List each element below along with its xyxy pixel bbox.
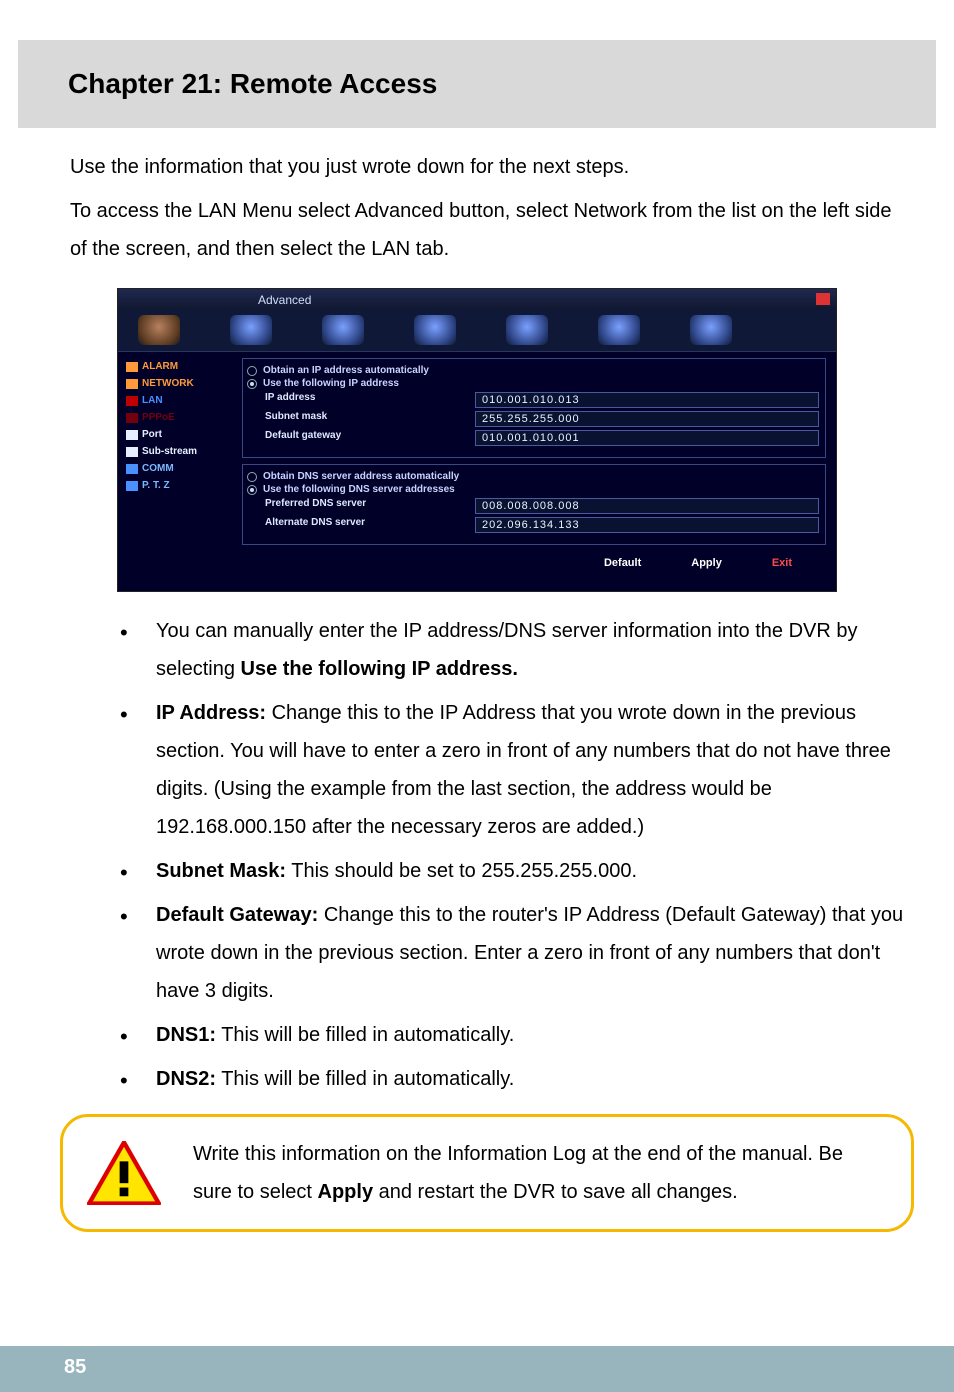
- alarm-icon: [126, 362, 138, 372]
- warning-icon: [87, 1141, 161, 1205]
- toolbar-icon-7[interactable]: [690, 315, 732, 345]
- bullet-bold: IP Address:: [156, 702, 266, 724]
- bullet-text: Change this to the IP Address that you w…: [156, 702, 891, 838]
- bullet-bold: DNS2:: [156, 1068, 216, 1090]
- bullet-bold: Default Gateway:: [156, 904, 318, 926]
- button-row: Default Apply Exit: [242, 551, 826, 581]
- input-ip-address[interactable]: 010.001.010.013: [475, 392, 819, 408]
- sidebar-item-ptz[interactable]: P. T. Z: [122, 477, 234, 494]
- radio-use-following-dns[interactable]: Use the following DNS server addresses: [247, 484, 819, 495]
- sidebar-item-alarm[interactable]: ALARM: [122, 358, 234, 375]
- ptz-icon: [126, 481, 138, 491]
- port-icon: [126, 430, 138, 440]
- sidebar-item-label: LAN: [142, 395, 163, 406]
- dvr-screenshot: Advanced ALARM NETWORK LAN PPPoE Port Su…: [117, 288, 837, 592]
- exit-button[interactable]: Exit: [762, 555, 802, 571]
- radio-label: Obtain DNS server address automatically: [263, 471, 459, 482]
- radio-label: Use the following IP address: [263, 378, 399, 389]
- sidebar-item-comm[interactable]: COMM: [122, 460, 234, 477]
- sidebar-item-label: P. T. Z: [142, 480, 170, 491]
- substream-icon: [126, 447, 138, 457]
- sidebar-item-label: COMM: [142, 463, 174, 474]
- apply-button[interactable]: Apply: [681, 555, 732, 571]
- sidebar-item-label: ALARM: [142, 361, 178, 372]
- radio-icon: [247, 472, 257, 482]
- label-ip-address: IP address: [265, 392, 475, 408]
- sidebar-item-network[interactable]: NETWORK: [122, 375, 234, 392]
- page-number: 85: [64, 1356, 86, 1379]
- label-subnet-mask: Subnet mask: [265, 411, 475, 427]
- close-icon[interactable]: [816, 293, 830, 305]
- label-default-gateway: Default gateway: [265, 430, 475, 446]
- sidebar-item-lan[interactable]: LAN: [122, 392, 234, 409]
- row-alternate-dns: Alternate DNS server 202.096.134.133: [265, 517, 819, 533]
- bullet-item: IP Address: Change this to the IP Addres…: [120, 694, 924, 846]
- pppoe-icon: [126, 413, 138, 423]
- settings-panel: Obtain an IP address automatically Use t…: [238, 352, 836, 591]
- intro-p2: To access the LAN Menu select Advanced b…: [70, 192, 894, 268]
- default-button[interactable]: Default: [594, 555, 651, 571]
- bullet-text: This will be filled in automatically.: [216, 1068, 514, 1090]
- bullet-item: You can manually enter the IP address/DN…: [120, 612, 924, 688]
- callout-text-bold: Apply: [318, 1181, 374, 1203]
- toolbar-icon-6[interactable]: [598, 315, 640, 345]
- radio-obtain-ip-auto[interactable]: Obtain an IP address automatically: [247, 365, 819, 376]
- network-icon: [126, 379, 138, 389]
- bullet-text: This should be set to 255.255.255.000.: [286, 860, 637, 882]
- intro-p1: Use the information that you just wrote …: [70, 148, 894, 186]
- sidebar-item-port[interactable]: Port: [122, 426, 234, 443]
- comm-icon: [126, 464, 138, 474]
- toolbar-icon-1[interactable]: [138, 315, 180, 345]
- lan-icon: [126, 396, 138, 406]
- radio-icon: [247, 379, 257, 389]
- input-default-gateway[interactable]: 010.001.010.001: [475, 430, 819, 446]
- ip-fieldset: Obtain an IP address automatically Use t…: [242, 358, 826, 458]
- callout-text-post: and restart the DVR to save all changes.: [373, 1181, 738, 1203]
- chapter-title: Chapter 21: Remote Access: [68, 68, 906, 100]
- dns-fieldset: Obtain DNS server address automatically …: [242, 464, 826, 545]
- row-subnet-mask: Subnet mask 255.255.255.000: [265, 411, 819, 427]
- intro-paragraphs: Use the information that you just wrote …: [0, 148, 954, 268]
- bullet-item: DNS2: This will be filled in automatical…: [120, 1060, 924, 1098]
- bullet-bold: Use the following IP address.: [241, 658, 518, 680]
- chapter-header: Chapter 21: Remote Access: [18, 40, 936, 128]
- bullet-list: You can manually enter the IP address/DN…: [0, 612, 954, 1098]
- toolbar-icon-2[interactable]: [230, 315, 272, 345]
- window-title: Advanced: [118, 289, 836, 309]
- row-default-gateway: Default gateway 010.001.010.001: [265, 430, 819, 446]
- input-preferred-dns[interactable]: 008.008.008.008: [475, 498, 819, 514]
- sidebar-item-label: NETWORK: [142, 378, 194, 389]
- row-preferred-dns: Preferred DNS server 008.008.008.008: [265, 498, 819, 514]
- radio-icon: [247, 366, 257, 376]
- bullet-text: This will be filled in automatically.: [216, 1024, 514, 1046]
- sidebar-item-label: PPPoE: [142, 412, 175, 423]
- sidebar-item-label: Sub-stream: [142, 446, 197, 457]
- radio-label: Use the following DNS server addresses: [263, 484, 455, 495]
- radio-use-following-ip[interactable]: Use the following IP address: [247, 378, 819, 389]
- page-footer: 85: [0, 1346, 954, 1392]
- sidebar-item-substream[interactable]: Sub-stream: [122, 443, 234, 460]
- label-alternate-dns: Alternate DNS server: [265, 517, 475, 533]
- toolbar-icon-3[interactable]: [322, 315, 364, 345]
- input-alternate-dns[interactable]: 202.096.134.133: [475, 517, 819, 533]
- radio-icon: [247, 485, 257, 495]
- row-ip-address: IP address 010.001.010.013: [265, 392, 819, 408]
- bullet-bold: DNS1:: [156, 1024, 216, 1046]
- label-preferred-dns: Preferred DNS server: [265, 498, 475, 514]
- bullet-item: DNS1: This will be filled in automatical…: [120, 1016, 924, 1054]
- input-subnet-mask[interactable]: 255.255.255.000: [475, 411, 819, 427]
- sidebar-item-label: Port: [142, 429, 162, 440]
- bullet-item: Default Gateway: Change this to the rout…: [120, 896, 924, 1010]
- radio-obtain-dns-auto[interactable]: Obtain DNS server address automatically: [247, 471, 819, 482]
- sidebar: ALARM NETWORK LAN PPPoE Port Sub-stream …: [118, 352, 238, 591]
- bullet-item: Subnet Mask: This should be set to 255.2…: [120, 852, 924, 890]
- toolbar-icon-5[interactable]: [506, 315, 548, 345]
- radio-label: Obtain an IP address automatically: [263, 365, 429, 376]
- sidebar-item-pppoe[interactable]: PPPoE: [122, 409, 234, 426]
- toolbar: [118, 309, 836, 352]
- bullet-bold: Subnet Mask:: [156, 860, 286, 882]
- warning-callout: Write this information on the Informatio…: [60, 1114, 914, 1232]
- toolbar-icon-4[interactable]: [414, 315, 456, 345]
